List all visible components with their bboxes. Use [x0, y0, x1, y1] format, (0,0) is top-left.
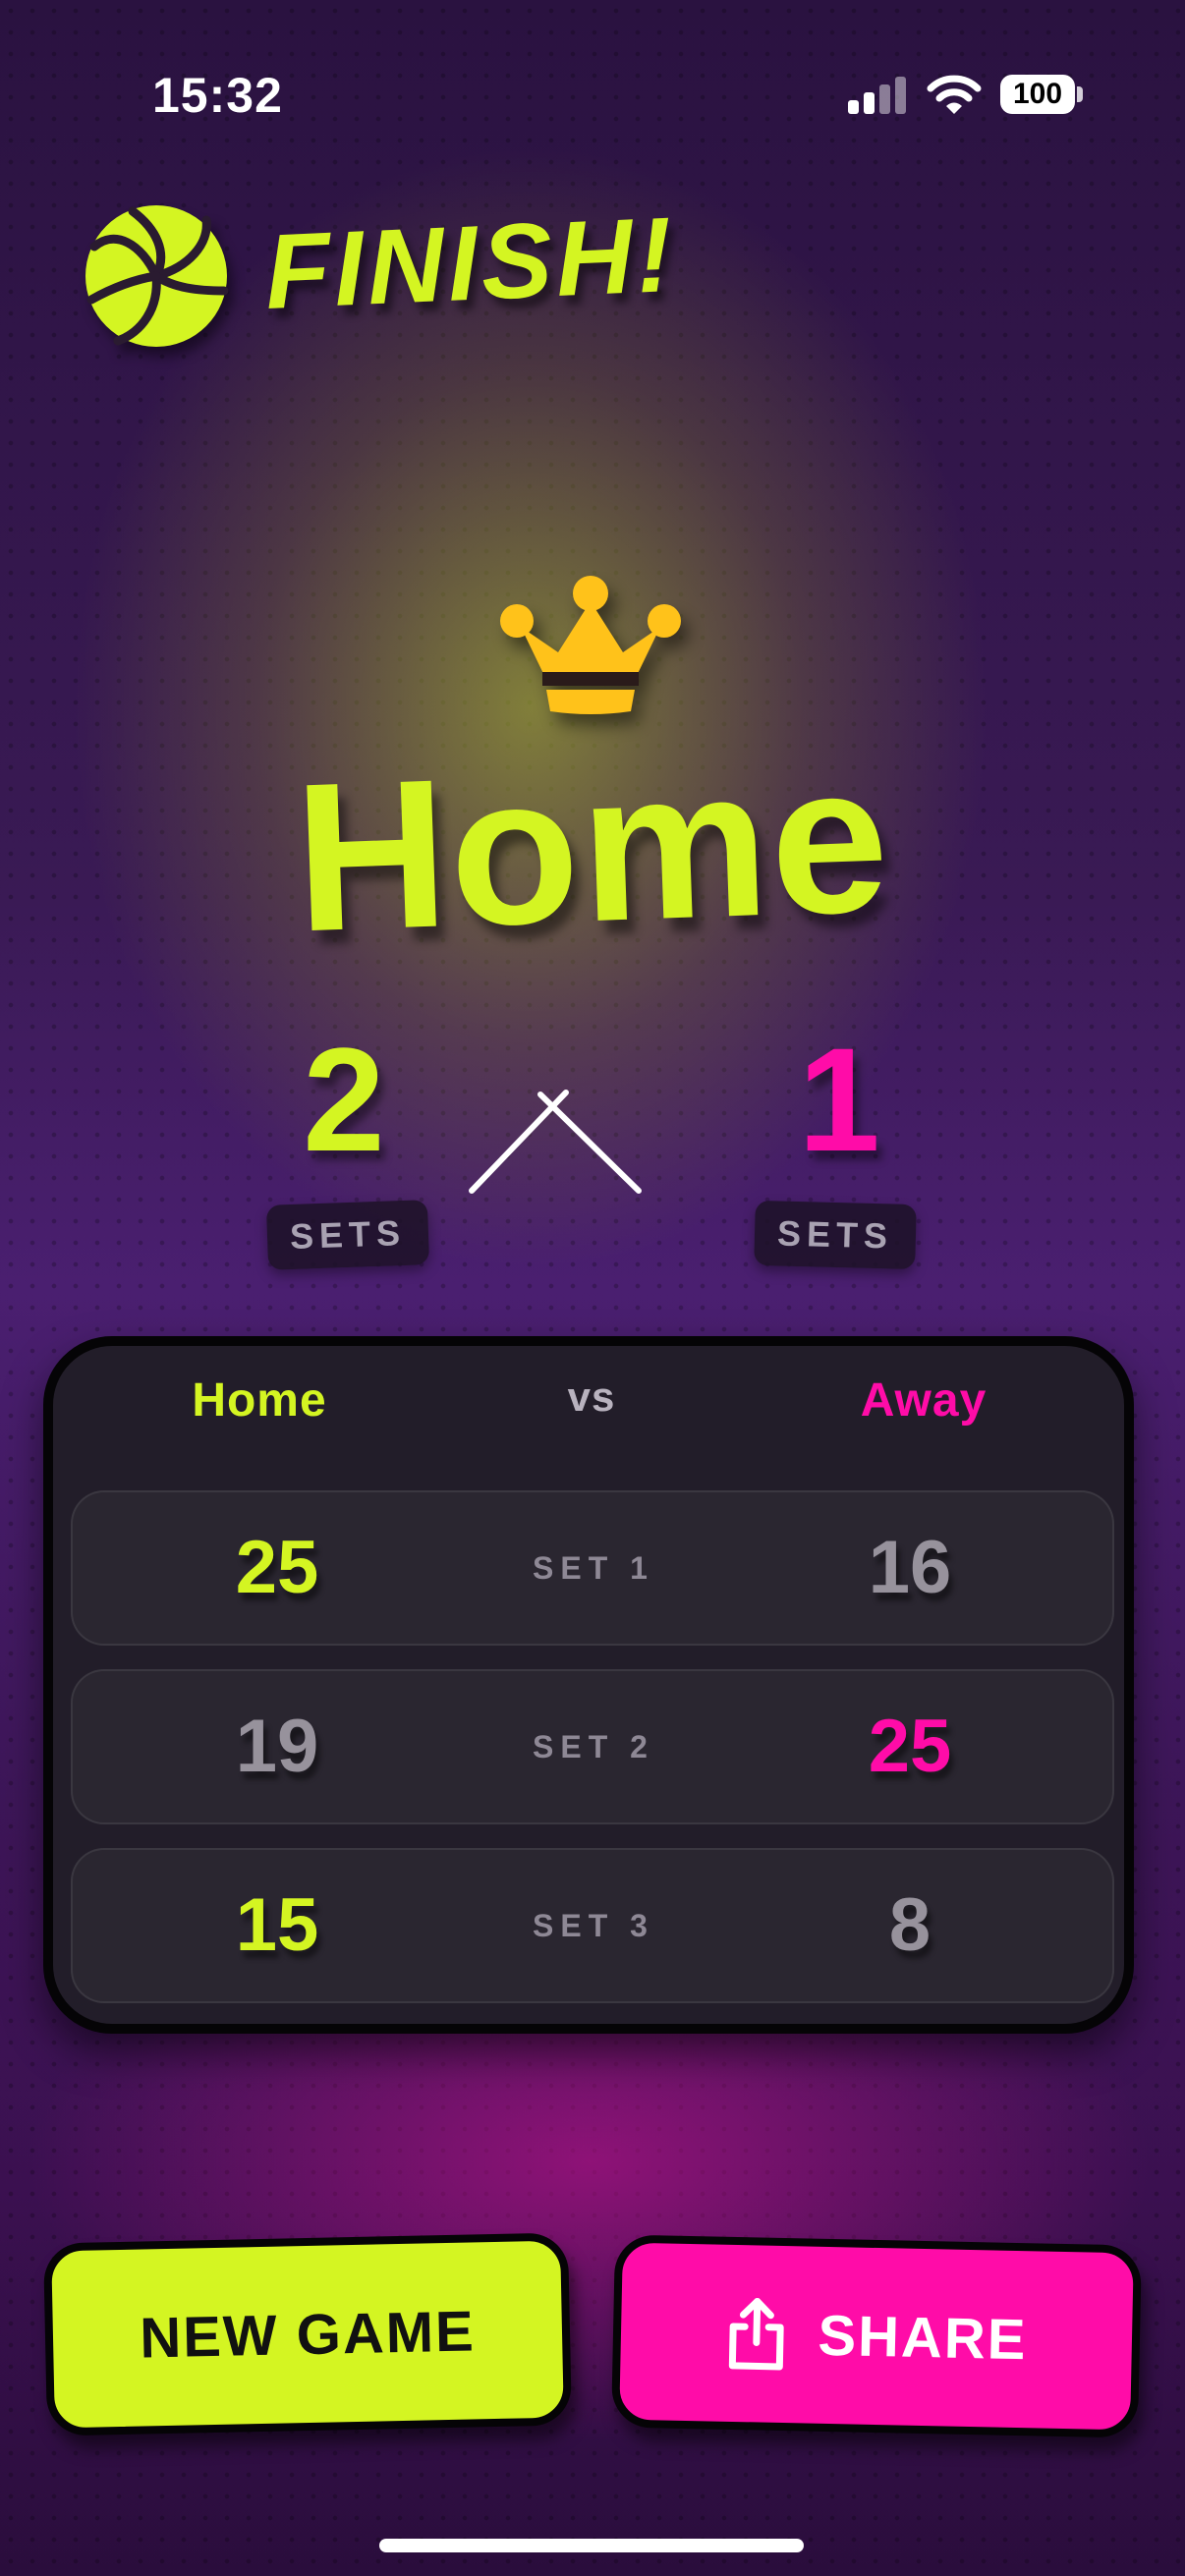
- set-row: 25 SET 1 16: [71, 1490, 1114, 1646]
- battery-indicator: 100: [1000, 75, 1075, 114]
- set-label: SET 1: [533, 1550, 654, 1586]
- home-sets-won: 2: [303, 1017, 385, 1182]
- column-header-home: Home: [192, 1374, 327, 1427]
- battery-nub: [1077, 86, 1083, 102]
- new-game-button[interactable]: NEW GAME: [43, 2232, 572, 2436]
- share-icon: [729, 2297, 785, 2371]
- new-game-label: NEW GAME: [139, 2298, 477, 2371]
- home-score: 15: [235, 1883, 319, 1967]
- away-score: 16: [868, 1526, 952, 1609]
- set-label: SET 2: [533, 1729, 654, 1764]
- winner-name: Home: [291, 718, 894, 977]
- volleyball-icon: [85, 205, 229, 347]
- crown-icon: [500, 576, 681, 714]
- set-label: SET 3: [533, 1908, 654, 1943]
- away-score: 25: [868, 1705, 952, 1788]
- wifi-icon: [927, 75, 982, 114]
- home-score: 25: [235, 1526, 319, 1609]
- away-score: 8: [888, 1883, 931, 1967]
- column-header-vs: vs: [567, 1373, 616, 1420]
- away-sets-label: SETS: [754, 1200, 917, 1270]
- home-sets-label: SETS: [265, 1200, 430, 1270]
- set-row: 19 SET 2 25: [71, 1669, 1114, 1824]
- column-header-away: Away: [860, 1374, 988, 1427]
- versus-divider-icon: [469, 1090, 642, 1194]
- home-indicator[interactable]: [379, 2539, 804, 2552]
- set-row: 15 SET 3 8: [71, 1848, 1114, 2003]
- cellular-signal-icon: [848, 77, 907, 114]
- share-label: SHARE: [817, 2303, 1029, 2372]
- away-sets-won: 1: [798, 1017, 880, 1182]
- page-title: FINISH!: [262, 194, 679, 331]
- home-score: 19: [235, 1705, 319, 1788]
- status-time: 15:32: [152, 68, 283, 123]
- share-button[interactable]: SHARE: [611, 2234, 1142, 2438]
